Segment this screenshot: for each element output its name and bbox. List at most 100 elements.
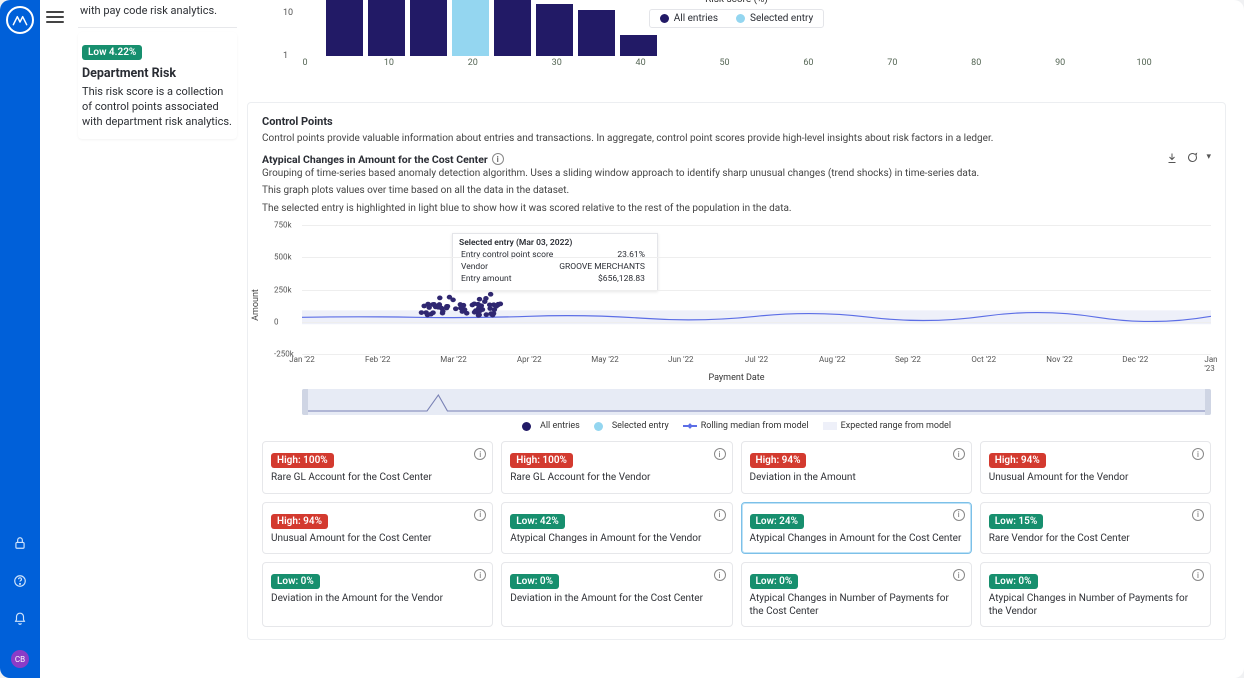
ts-xtick: Feb '22 xyxy=(365,355,390,364)
ts-xtick: Jan '23 xyxy=(1204,355,1217,373)
comment-icon[interactable] xyxy=(1186,152,1198,167)
hist-xtick: 50 xyxy=(719,58,729,68)
panel-title: Control Points xyxy=(262,115,1211,128)
tooltip-title: Selected entry (Mar 03, 2022) xyxy=(459,238,651,248)
panel-desc: Control points provide valuable informat… xyxy=(262,132,1211,146)
timeseries-chart: Amount Selected entry (Mar 03, 2022) Ent… xyxy=(262,225,1211,385)
hist-bar[interactable] xyxy=(494,0,531,56)
cp-badge: High: 100% xyxy=(510,453,573,468)
control-point-card[interactable]: High: 94%iUnusual Amount for the Vendor xyxy=(980,441,1211,494)
cp-title: Rare GL Account for the Cost Center xyxy=(271,472,484,485)
tooltip-val: 23.61% xyxy=(559,250,649,260)
download-icon[interactable] xyxy=(1166,152,1178,167)
panel-sub-desc2: This graph plots values over time based … xyxy=(262,184,1211,198)
dept-risk-desc: This risk score is a collection of contr… xyxy=(82,85,233,130)
dept-risk-badge: Low 4.22% xyxy=(82,45,142,60)
cp-title: Atypical Changes in Amount for the Cost … xyxy=(750,533,963,546)
ts-legend: All entries Selected entry Rolling media… xyxy=(262,421,1211,431)
lock-icon[interactable] xyxy=(11,534,29,552)
cp-badge: Low: 0% xyxy=(271,574,320,589)
tooltip-val: GROOVE MERCHANTS xyxy=(559,262,649,272)
hist-xtick: 30 xyxy=(552,58,562,68)
cp-badge: High: 94% xyxy=(271,514,328,529)
control-point-card[interactable]: High: 100%iRare GL Account for the Vendo… xyxy=(501,441,732,494)
ts-ytick: 500k xyxy=(274,253,292,262)
control-point-card[interactable]: Low: 0%iAtypical Changes in Number of Pa… xyxy=(980,562,1211,627)
hist-bar[interactable] xyxy=(326,0,363,56)
hist-xtick: 70 xyxy=(887,58,897,68)
cp-title: Unusual Amount for the Cost Center xyxy=(271,533,484,546)
chevron-down-icon[interactable]: ▾ xyxy=(1206,152,1211,167)
cp-badge: Low: 42% xyxy=(510,514,564,529)
dept-risk-card[interactable]: Low 4.22% Department Risk This risk scor… xyxy=(78,32,237,140)
ts-xtick: Mar '22 xyxy=(440,355,466,364)
control-point-card[interactable]: High: 100% i Rare GL Account for the Cost … xyxy=(262,441,493,494)
cp-badge: Low: 24% xyxy=(750,514,804,529)
brush-tick: Nov '22 xyxy=(1053,414,1078,415)
ts-xtick: Sep '22 xyxy=(895,355,921,364)
hist-bar[interactable] xyxy=(452,0,489,56)
main-content: 1 10 0102030405060708090100 Risk score (… xyxy=(243,0,1244,678)
hist-xtick: 60 xyxy=(803,58,813,68)
brush-handle-right[interactable] xyxy=(1205,389,1211,415)
info-icon[interactable]: i xyxy=(714,569,726,581)
side-panel: with pay code risk analytics. Low 4.22% … xyxy=(68,0,243,678)
ts-lg-0: All entries xyxy=(540,421,580,431)
brush-tick: May '22 xyxy=(589,414,615,415)
ts-xtick: May '22 xyxy=(591,355,618,364)
dept-risk-title: Department Risk xyxy=(82,66,233,81)
control-point-card[interactable]: Low: 15%iRare Vendor for the Cost Center xyxy=(980,502,1211,555)
info-icon[interactable]: i xyxy=(714,509,726,521)
control-point-card[interactable]: Low: 0% i Deviation in the Amount for the … xyxy=(262,562,493,627)
info-icon[interactable]: i xyxy=(1192,448,1204,460)
hist-ytick: 1 xyxy=(283,51,288,61)
info-icon[interactable]: i xyxy=(953,509,965,521)
cp-title: Unusual Amount for the Vendor xyxy=(989,472,1202,485)
cp-badge: Low: 0% xyxy=(510,574,559,589)
cp-title: Deviation in the Amount xyxy=(750,472,963,485)
hist-bar[interactable] xyxy=(536,4,573,56)
info-icon[interactable]: i xyxy=(474,448,486,460)
tooltip-key: Entry control point score xyxy=(461,250,557,260)
menu-toggle[interactable] xyxy=(46,8,64,26)
brush-tick: Sep '22 xyxy=(899,414,923,415)
brush-handle-left[interactable] xyxy=(302,389,308,415)
control-point-card[interactable]: High: 94%iDeviation in the Amount xyxy=(741,441,972,494)
risk-histogram: 1 10 0102030405060708090100 Risk score (… xyxy=(247,0,1226,92)
info-icon[interactable]: i xyxy=(953,448,965,460)
cp-badge: High: 100% xyxy=(271,453,334,468)
cp-title: Deviation in the Amount for the Vendor xyxy=(271,593,484,606)
ts-brush[interactable]: May '22 Jul '22 Sep '22 Nov '22 xyxy=(302,389,1211,415)
cp-title: Deviation in the Amount for the Cost Cen… xyxy=(510,593,723,606)
control-point-card[interactable]: High: 94% i Unusual Amount for the Cost Ce… xyxy=(262,502,493,555)
info-icon[interactable]: i xyxy=(1192,569,1204,581)
ts-xlabel: Payment Date xyxy=(262,373,1211,383)
info-icon[interactable]: i xyxy=(474,509,486,521)
brush-tick: Jul '22 xyxy=(746,414,768,415)
info-icon[interactable]: i xyxy=(1192,509,1204,521)
control-point-card[interactable]: Low: 0%iAtypical Changes in Number of Pa… xyxy=(741,562,972,627)
info-icon[interactable]: i xyxy=(492,153,504,165)
hist-bar[interactable] xyxy=(578,10,615,57)
hist-bar[interactable] xyxy=(368,0,405,56)
control-point-card[interactable]: Low: 0% i Deviation in the Amount for the … xyxy=(501,562,732,627)
ts-xtick: Dec '22 xyxy=(1122,355,1148,364)
cp-title: Atypical Changes in Number of Payments f… xyxy=(750,593,963,618)
hist-bar[interactable] xyxy=(410,0,447,56)
panel-sub-desc: Grouping of time-series based anomaly de… xyxy=(262,167,1211,181)
info-icon[interactable]: i xyxy=(953,569,965,581)
ts-lg-1: Selected entry xyxy=(612,421,669,431)
hist-bar[interactable] xyxy=(620,35,657,56)
info-icon[interactable]: i xyxy=(474,569,486,581)
app-logo[interactable] xyxy=(6,6,34,34)
paycode-snippet: with pay code risk analytics. xyxy=(78,0,237,28)
hist-xtick: 90 xyxy=(1055,58,1065,68)
avatar[interactable]: CB xyxy=(11,650,29,668)
bell-icon[interactable] xyxy=(11,610,29,628)
control-point-card[interactable]: Low: 42%iAtypical Changes in Amount for … xyxy=(501,502,732,555)
control-point-card[interactable]: Low: 24% i Atypical Changes in Amount for … xyxy=(741,502,972,555)
help-icon[interactable] xyxy=(11,572,29,590)
info-icon[interactable]: i xyxy=(714,448,726,460)
tooltip-key: Vendor xyxy=(461,262,557,272)
hist-xtick: 0 xyxy=(302,58,307,68)
